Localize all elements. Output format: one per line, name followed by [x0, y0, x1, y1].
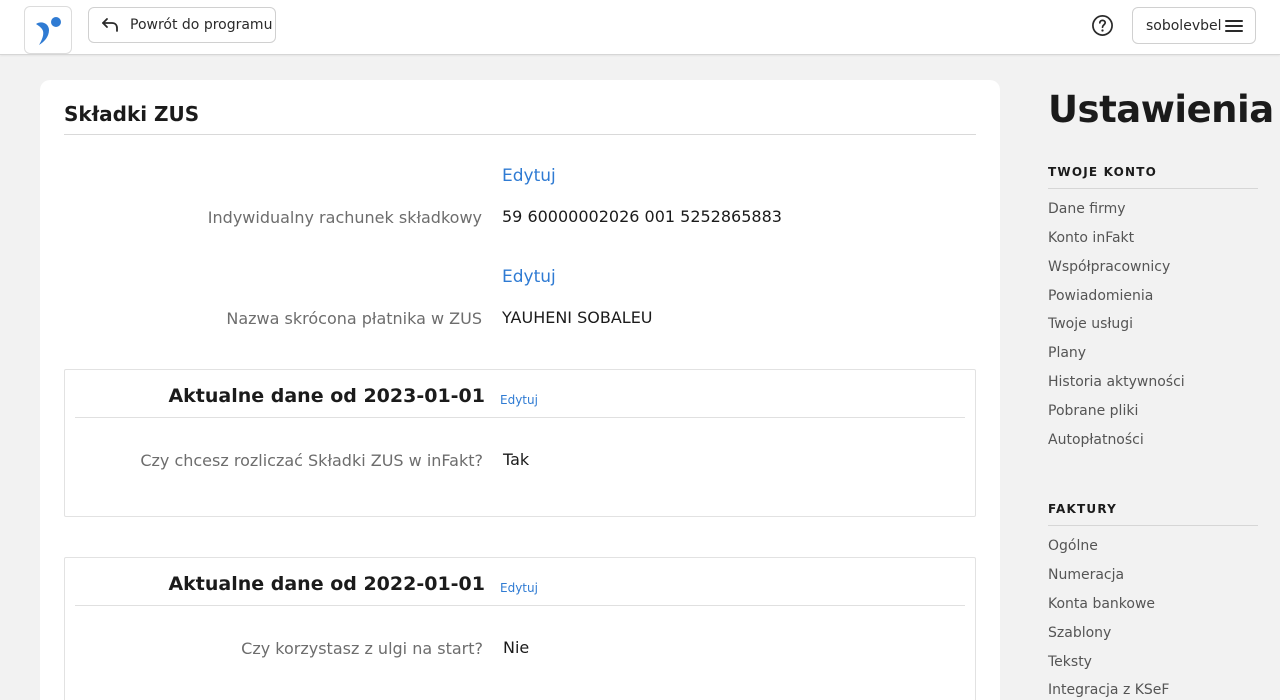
settle-zus-question: Czy chcesz rozliczać Składki ZUS w inFak… — [140, 451, 483, 470]
top-bar: Powrót do programu sobolevbel — [0, 0, 1280, 55]
back-to-program-button[interactable]: Powrót do programu — [88, 7, 276, 43]
section-2023: Aktualne dane od 2023-01-01 Edytuj Czy c… — [64, 369, 976, 517]
edit-section-2022-link[interactable]: Edytuj — [500, 581, 538, 595]
sidebar-item-company-data[interactable]: Dane firmy — [1048, 201, 1126, 217]
undo-arrow-icon — [102, 18, 118, 32]
username-label: sobolevbel — [1146, 17, 1222, 34]
section-2022-title: Aktualne dane od 2022-01-01 — [168, 573, 485, 595]
account-number-label: Indywidualny rachunek składkowy — [207, 208, 482, 227]
user-menu-button[interactable]: sobolevbel — [1132, 7, 1256, 44]
sidebar-item-plans[interactable]: Plany — [1048, 345, 1086, 361]
sidebar-section-invoices-divider — [1048, 525, 1258, 526]
sidebar-item-texts[interactable]: Teksty — [1048, 654, 1092, 670]
start-relief-answer: Nie — [503, 638, 530, 657]
section-2022: Aktualne dane od 2022-01-01 Edytuj Czy k… — [64, 557, 976, 700]
back-to-program-label: Powrót do programu — [130, 17, 273, 33]
edit-section-2023-link[interactable]: Edytuj — [500, 393, 538, 407]
sidebar-item-general[interactable]: Ogólne — [1048, 538, 1098, 554]
payer-name-label: Nazwa skrócona płatnika w ZUS — [226, 309, 482, 328]
sidebar-item-activity-history[interactable]: Historia aktywności — [1048, 374, 1185, 390]
sidebar-section-account: TWOJE KONTO — [1048, 165, 1158, 179]
hamburger-menu-icon — [1225, 20, 1243, 32]
settle-zus-answer: Tak — [503, 450, 530, 469]
section-2023-title: Aktualne dane od 2023-01-01 — [168, 385, 485, 407]
sidebar-item-templates[interactable]: Szablony — [1048, 625, 1111, 641]
sidebar-item-ksef-integration[interactable]: Integracja z KSeF — [1048, 682, 1169, 698]
sidebar-item-bank-accounts[interactable]: Konta bankowe — [1048, 596, 1155, 612]
start-relief-question: Czy korzystasz z ulgi na start? — [241, 639, 483, 658]
sidebar-section-invoices: FAKTURY — [1048, 502, 1118, 516]
sidebar-section-account-divider — [1048, 188, 1258, 189]
account-number-value: 59 60000002026 001 5252865883 — [502, 207, 782, 226]
settings-heading: Ustawienia — [1048, 88, 1274, 131]
section-2022-divider — [75, 605, 965, 606]
edit-payer-name-link[interactable]: Edytuj — [502, 267, 556, 287]
sidebar-item-collaborators[interactable]: Współpracownicy — [1048, 259, 1170, 275]
sidebar-item-autopayments[interactable]: Autopłatności — [1048, 432, 1144, 448]
app-logo[interactable] — [24, 6, 72, 54]
title-divider — [64, 134, 976, 135]
sidebar-item-numbering[interactable]: Numeracja — [1048, 567, 1124, 583]
sidebar-item-notifications[interactable]: Powiadomienia — [1048, 288, 1153, 304]
zus-settings-card: Składki ZUS Edytuj Indywidualny rachunek… — [40, 80, 1000, 700]
sidebar-item-infakt-account[interactable]: Konto inFakt — [1048, 230, 1134, 246]
infakt-logo-icon — [36, 17, 61, 45]
payer-name-value: YAUHENI SOBALEU — [502, 308, 653, 327]
sidebar-item-services[interactable]: Twoje usługi — [1048, 316, 1133, 332]
section-2023-divider — [75, 417, 965, 418]
sidebar-item-downloaded-files[interactable]: Pobrane pliki — [1048, 403, 1138, 419]
page-title: Składki ZUS — [64, 102, 200, 126]
help-icon[interactable] — [1091, 14, 1114, 37]
edit-account-number-link[interactable]: Edytuj — [502, 166, 556, 186]
